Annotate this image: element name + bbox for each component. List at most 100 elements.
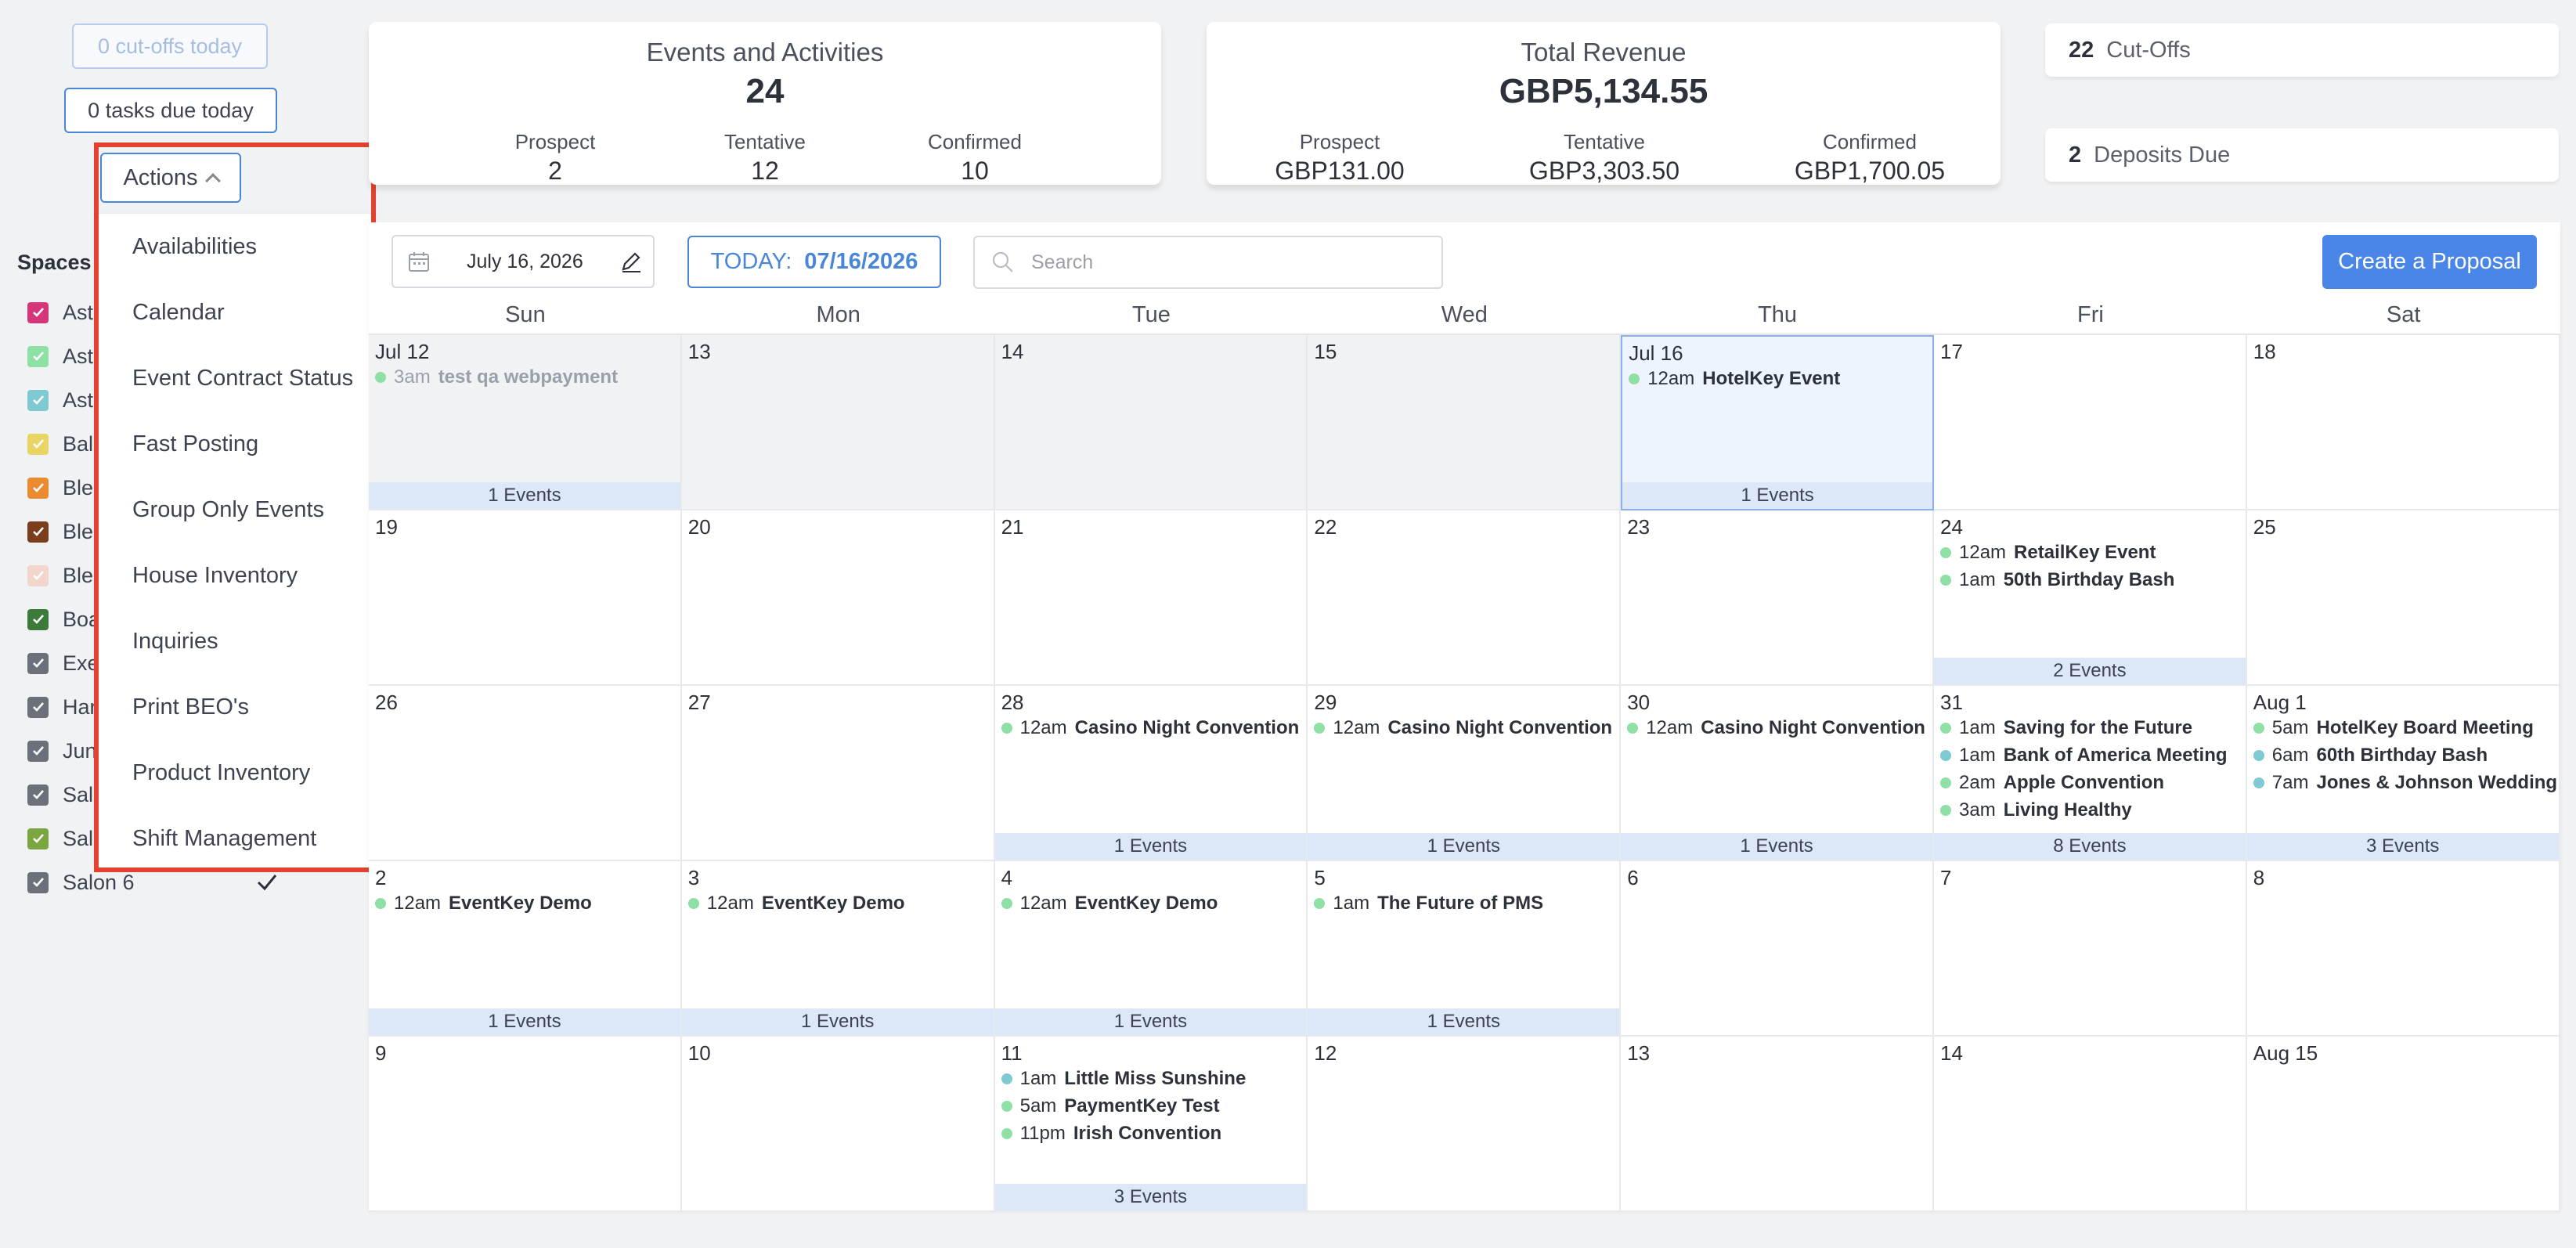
calendar-event[interactable]: 1am 50th Birthday Bash bbox=[1940, 569, 2174, 591]
space-item[interactable]: Salo bbox=[27, 779, 105, 810]
calendar-day[interactable]: 13 bbox=[681, 335, 995, 510]
events-count-bar[interactable]: 1 Events bbox=[1622, 482, 1932, 509]
space-item[interactable]: Ble bbox=[27, 560, 93, 591]
events-count-bar[interactable]: 2 Events bbox=[1934, 658, 2246, 684]
actions-menu-item[interactable]: Print BEO's bbox=[132, 694, 249, 720]
actions-menu-item[interactable]: Event Contract Status bbox=[132, 366, 353, 391]
actions-menu-item[interactable]: Group Only Events bbox=[132, 497, 324, 523]
calendar-day[interactable]: 30 12am Casino Night Convention 1 Events bbox=[1621, 686, 1934, 861]
calendar-day[interactable]: 8 bbox=[2246, 861, 2560, 1037]
space-checkbox[interactable] bbox=[27, 521, 49, 543]
calendar-day[interactable]: 13 bbox=[1621, 1037, 1934, 1212]
calendar-day[interactable]: 14 bbox=[994, 335, 1308, 510]
calendar-day[interactable]: 7 bbox=[1934, 861, 2247, 1037]
events-count-bar[interactable]: 8 Events bbox=[1934, 833, 2246, 860]
calendar-day[interactable]: 14 bbox=[1934, 1037, 2247, 1212]
calendar-day[interactable]: 3 12am EventKey Demo 1 Events bbox=[681, 861, 995, 1037]
events-count-bar[interactable]: 1 Events bbox=[369, 482, 680, 509]
actions-menu-item[interactable]: Calendar bbox=[132, 300, 225, 326]
calendar-day[interactable]: 12 bbox=[1308, 1037, 1622, 1212]
calendar-event[interactable]: 12am Casino Night Convention bbox=[1001, 717, 1299, 739]
calendar-day[interactable]: 10 bbox=[681, 1037, 995, 1212]
space-checkbox[interactable] bbox=[27, 871, 49, 893]
events-count-bar[interactable]: 1 Events bbox=[1621, 833, 1932, 860]
calendar-event[interactable]: 12am EventKey Demo bbox=[1001, 893, 1218, 914]
calendar-day[interactable]: 11 1am Little Miss Sunshine 5am PaymentKey T… bbox=[994, 1037, 1308, 1212]
space-item[interactable]: Boa bbox=[27, 604, 100, 635]
space-checkbox[interactable] bbox=[27, 608, 49, 630]
calendar-day[interactable]: 5 1am The Future of PMS 1 Events bbox=[1308, 861, 1622, 1037]
calendar-day[interactable]: 15 bbox=[1308, 335, 1622, 510]
calendar-event[interactable]: 3am test qa webpayment bbox=[375, 366, 618, 388]
calendar-day[interactable]: 25 bbox=[2246, 510, 2560, 686]
calendar-day[interactable]: 4 12am EventKey Demo 1 Events bbox=[994, 861, 1308, 1037]
actions-menu-item[interactable]: Inquiries bbox=[132, 629, 218, 655]
calendar-day[interactable]: Aug 1 5am HotelKey Board Meeting 6am 60th Bi… bbox=[2246, 686, 2560, 861]
calendar-day[interactable]: Aug 15 bbox=[2246, 1037, 2560, 1212]
create-proposal-button[interactable]: Create a Proposal bbox=[2322, 235, 2537, 289]
calendar-event[interactable]: 2am Apple Convention bbox=[1940, 772, 2164, 794]
space-item[interactable]: Salo bbox=[27, 823, 105, 854]
space-item[interactable]: Salon 6 bbox=[27, 867, 135, 898]
events-count-bar[interactable]: 1 Events bbox=[369, 1008, 680, 1035]
space-item[interactable]: Juni bbox=[27, 735, 102, 766]
actions-menu-item[interactable]: Availabilities bbox=[132, 234, 257, 260]
calendar-event[interactable]: 1am Little Miss Sunshine bbox=[1001, 1068, 1246, 1090]
space-item[interactable]: Astr bbox=[27, 341, 100, 372]
space-item[interactable]: Astr bbox=[27, 297, 100, 328]
calendar-day[interactable]: 2 12am EventKey Demo 1 Events bbox=[369, 861, 682, 1037]
calendar-event[interactable]: 5am HotelKey Board Meeting bbox=[2253, 717, 2534, 739]
space-checkbox[interactable] bbox=[27, 784, 49, 806]
calendar-event[interactable]: 12am EventKey Demo bbox=[375, 893, 592, 914]
date-picker[interactable]: July 16, 2026 bbox=[391, 235, 655, 288]
space-checkbox[interactable] bbox=[27, 740, 49, 762]
space-item[interactable]: Ble bbox=[27, 516, 93, 547]
calendar-day[interactable]: 6 bbox=[1621, 861, 1934, 1037]
calendar-event[interactable]: 5am PaymentKey Test bbox=[1001, 1095, 1220, 1117]
space-checkbox[interactable] bbox=[27, 652, 49, 674]
calendar-event[interactable]: 1am The Future of PMS bbox=[1314, 893, 1543, 914]
space-checkbox[interactable] bbox=[27, 389, 49, 411]
calendar-event[interactable]: 7am Jones & Johnson Wedding bbox=[2253, 772, 2557, 794]
space-item[interactable]: Har bbox=[27, 691, 97, 723]
calendar-day[interactable]: Jul 12 3am test qa webpayment 1 Events bbox=[369, 335, 682, 510]
space-checkbox[interactable] bbox=[27, 477, 49, 499]
deposits-due-card[interactable]: 2 Deposits Due bbox=[2045, 128, 2559, 182]
pencil-icon[interactable] bbox=[619, 250, 643, 273]
cutoffs-today-button[interactable]: 0 cut-offs today bbox=[72, 23, 268, 69]
actions-menu-item[interactable]: Product Inventory bbox=[132, 760, 310, 786]
events-count-bar[interactable]: 1 Events bbox=[681, 1008, 994, 1035]
search-input[interactable]: Search bbox=[973, 236, 1443, 289]
space-checkbox[interactable] bbox=[27, 696, 49, 718]
space-item[interactable]: Exe bbox=[27, 647, 99, 679]
space-item[interactable]: Ble bbox=[27, 472, 93, 503]
events-count-bar[interactable]: 1 Events bbox=[1308, 1008, 1620, 1035]
calendar-event[interactable]: 6am 60th Birthday Bash bbox=[2253, 745, 2488, 766]
calendar-day[interactable]: 21 bbox=[994, 510, 1308, 686]
calendar-day[interactable]: 18 bbox=[2246, 335, 2560, 510]
space-checkbox[interactable] bbox=[27, 564, 49, 586]
calendar-day[interactable]: 31 1am Saving for the Future 1am Bank of Ame… bbox=[1934, 686, 2247, 861]
calendar-event[interactable]: 12am Casino Night Convention bbox=[1314, 717, 1612, 739]
events-count-bar[interactable]: 3 Events bbox=[994, 1184, 1307, 1210]
calendar-day[interactable]: 26 bbox=[369, 686, 682, 861]
calendar-event[interactable]: 1am Bank of America Meeting bbox=[1940, 745, 2228, 766]
cutoffs-card[interactable]: 22 Cut-Offs bbox=[2045, 23, 2559, 77]
calendar-event[interactable]: 12am RetailKey Event bbox=[1940, 542, 2156, 564]
calendar-event[interactable]: 3am Living Healthy bbox=[1940, 799, 2132, 821]
today-button[interactable]: TODAY: 07/16/2026 bbox=[687, 236, 941, 288]
calendar-day[interactable]: 17 bbox=[1934, 335, 2247, 510]
actions-menu-item[interactable]: Shift Management bbox=[132, 826, 316, 852]
events-count-bar[interactable]: 1 Events bbox=[1308, 833, 1620, 860]
calendar-day[interactable]: 20 bbox=[681, 510, 995, 686]
calendar-day[interactable]: 27 bbox=[681, 686, 995, 861]
space-item[interactable]: Astr bbox=[27, 384, 100, 416]
calendar-day[interactable]: 22 bbox=[1308, 510, 1622, 686]
calendar-day[interactable]: 29 12am Casino Night Convention 1 Events bbox=[1308, 686, 1622, 861]
calendar-event[interactable]: 11pm Irish Convention bbox=[1001, 1123, 1221, 1145]
tasks-due-today-button[interactable]: 0 tasks due today bbox=[64, 88, 277, 133]
space-checkbox[interactable] bbox=[27, 345, 49, 367]
events-count-bar[interactable]: 1 Events bbox=[994, 833, 1307, 860]
actions-dropdown-button[interactable]: Actions bbox=[100, 153, 241, 203]
calendar-event[interactable]: 12am HotelKey Event bbox=[1629, 368, 1840, 390]
